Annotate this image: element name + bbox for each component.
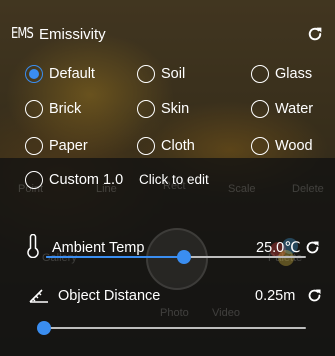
ems-icon: EMS xyxy=(11,24,34,42)
option-wood[interactable]: Wood xyxy=(251,135,313,157)
custom-label: Custom 1.0 xyxy=(49,172,124,188)
ambient-slider-thumb[interactable] xyxy=(176,250,191,264)
option-label: Glass xyxy=(275,66,313,82)
radio-skin[interactable] xyxy=(137,100,155,118)
option-default[interactable]: Default xyxy=(25,63,95,85)
custom-edit-link[interactable]: Click to edit xyxy=(139,172,209,187)
option-label: Wood xyxy=(275,138,313,154)
panel-title: Emissivity xyxy=(39,26,106,43)
ambient-refresh-icon[interactable] xyxy=(304,239,321,256)
radio-cloth[interactable] xyxy=(137,137,155,155)
option-water[interactable]: Water xyxy=(251,98,313,120)
ambient-temp-label: Ambient Temp xyxy=(52,240,145,256)
option-skin[interactable]: Skin xyxy=(137,98,189,120)
ambient-temp-slider[interactable] xyxy=(46,250,306,264)
option-soil[interactable]: Soil xyxy=(137,63,185,85)
option-cloth[interactable]: Cloth xyxy=(137,135,195,157)
option-brick[interactable]: Brick xyxy=(25,98,81,120)
option-paper[interactable]: Paper xyxy=(25,135,88,157)
object-distance-value: 0.25m xyxy=(255,288,296,304)
radio-soil[interactable] xyxy=(137,65,155,83)
option-label: Water xyxy=(275,101,314,117)
option-glass[interactable]: Glass xyxy=(251,63,312,85)
object-distance-slider[interactable] xyxy=(37,321,306,335)
option-label: Paper xyxy=(49,138,88,154)
option-label: Brick xyxy=(49,101,82,117)
radio-water[interactable] xyxy=(251,100,269,118)
distance-slider-thumb[interactable] xyxy=(37,321,51,335)
ambient-temp-value: 25.0℃ xyxy=(256,240,301,256)
radio-default[interactable] xyxy=(25,65,43,83)
radio-wood[interactable] xyxy=(251,137,269,155)
option-label: Default xyxy=(49,66,95,82)
refresh-icon[interactable] xyxy=(306,25,324,43)
radio-brick[interactable] xyxy=(25,100,43,118)
radio-paper[interactable] xyxy=(25,137,43,155)
option-custom[interactable]: Custom 1.0 xyxy=(25,169,123,191)
bg-tool-delete: Delete xyxy=(292,183,324,195)
bg-tool-scale: Scale xyxy=(228,183,256,195)
ruler-icon xyxy=(29,289,48,303)
bg-mode-video: Video xyxy=(212,307,240,319)
distance-refresh-icon[interactable] xyxy=(306,287,323,304)
thermometer-icon xyxy=(27,234,39,258)
radio-glass[interactable] xyxy=(251,65,269,83)
radio-custom[interactable] xyxy=(25,171,43,189)
object-distance-label: Object Distance xyxy=(58,288,161,304)
bg-mode-photo: Photo xyxy=(160,307,189,319)
emissivity-header: EMS Emissivity xyxy=(0,0,335,62)
option-label: Soil xyxy=(161,66,186,82)
option-label: Cloth xyxy=(161,138,195,154)
option-label: Skin xyxy=(161,101,190,117)
ambient-slider-fill xyxy=(46,256,184,258)
